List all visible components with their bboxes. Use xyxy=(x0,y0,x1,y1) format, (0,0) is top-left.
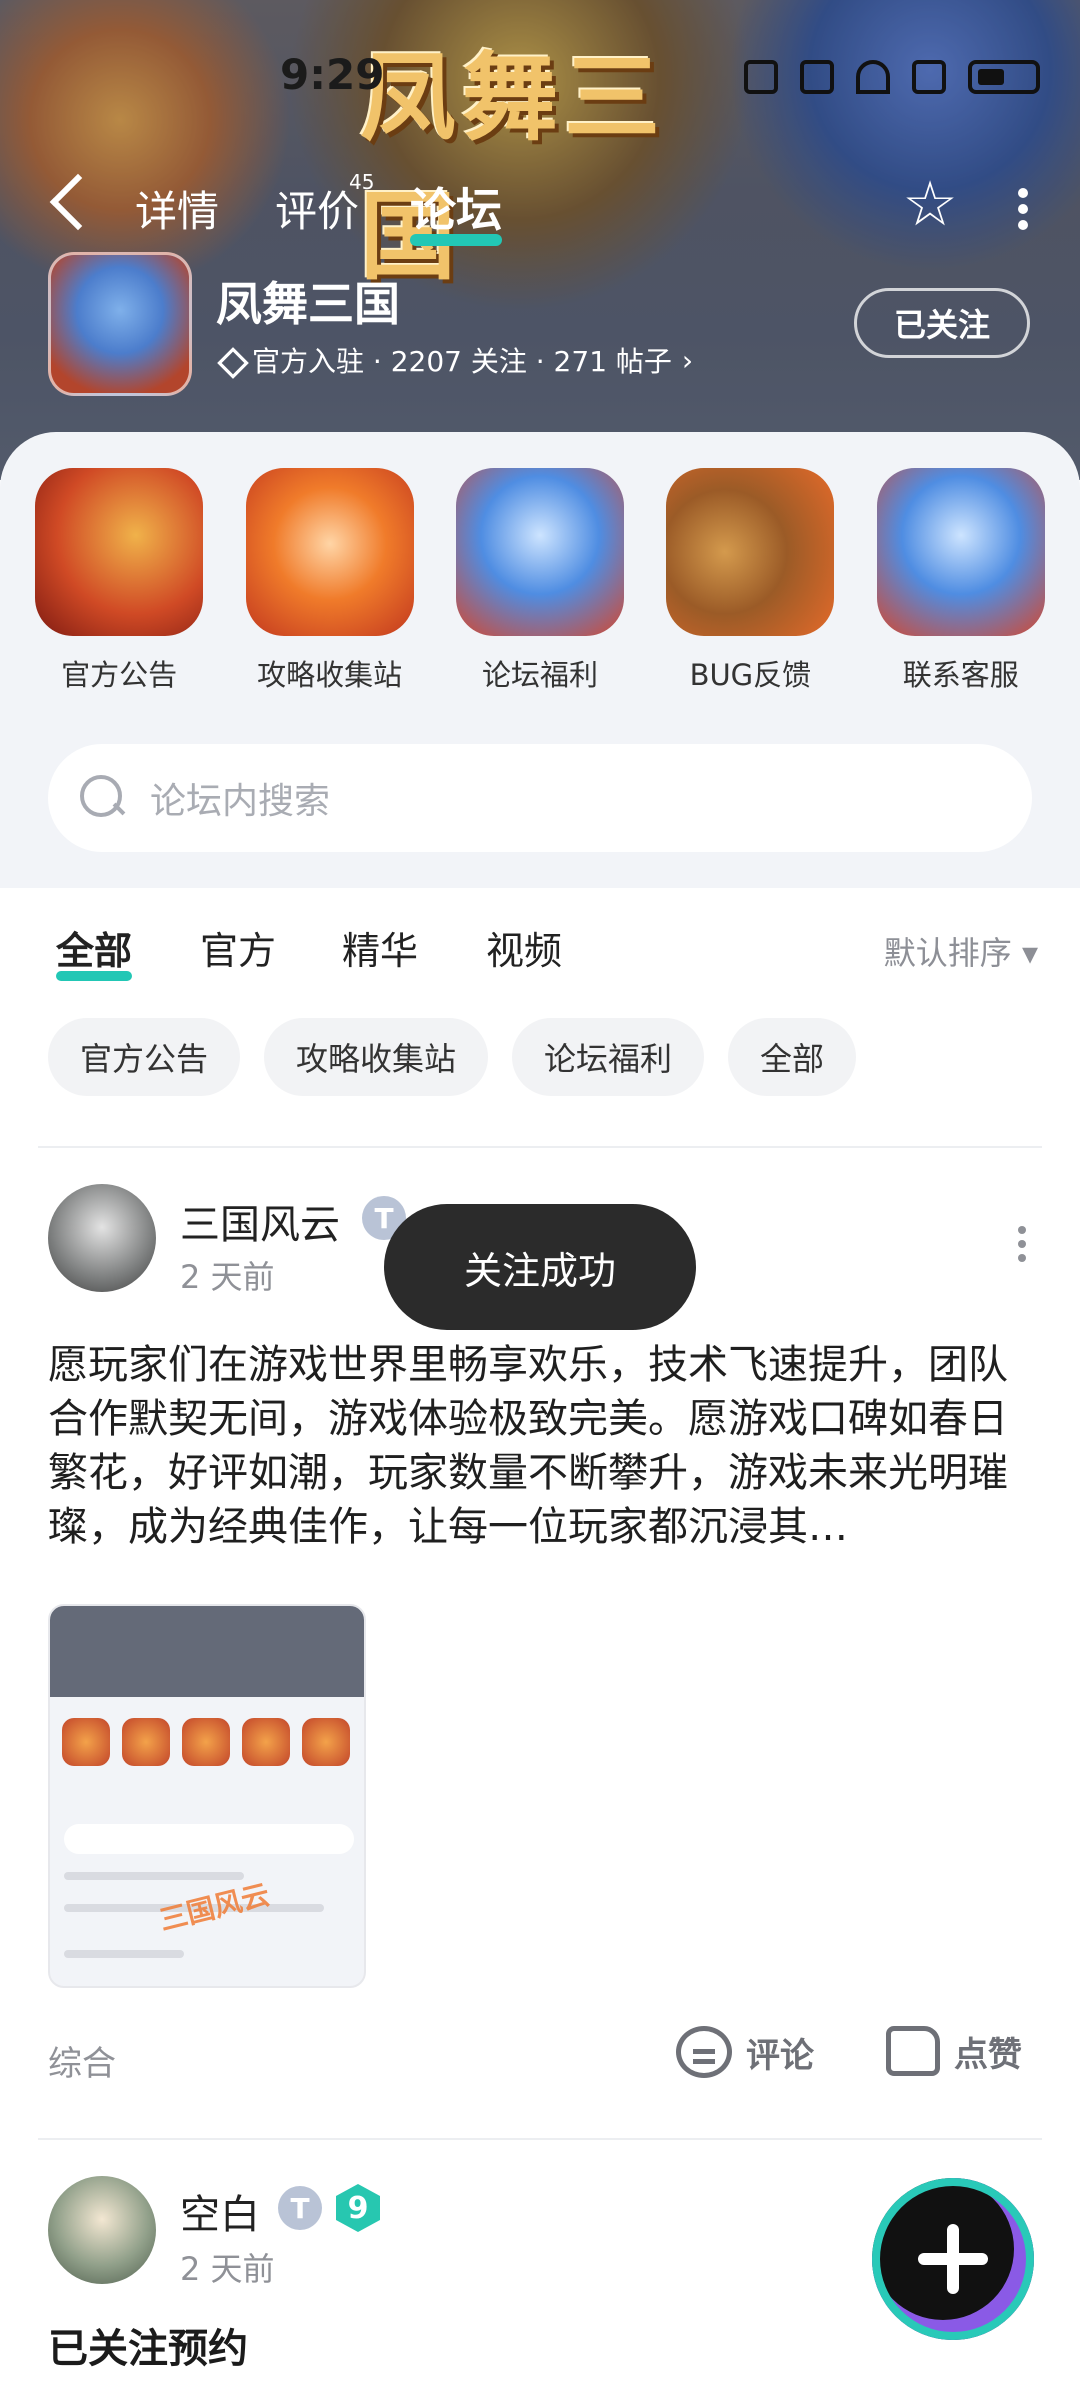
search-icon xyxy=(80,775,126,821)
thumb-search xyxy=(64,1824,354,1854)
quick-link-guides[interactable]: 攻略收集站 xyxy=(235,468,425,694)
filter-tab-featured[interactable]: 精华 xyxy=(342,920,418,975)
tab-forum[interactable]: 论坛 xyxy=(410,174,502,246)
favorite-star-icon[interactable]: ☆ xyxy=(900,173,960,235)
post-author[interactable]: 三国风云 xyxy=(180,1192,340,1250)
post-title[interactable]: 已关注预约 xyxy=(48,2316,248,2374)
level-badge: 9 xyxy=(336,2184,380,2232)
like-label: 点赞 xyxy=(954,2034,1022,2075)
thumb-icon xyxy=(302,1718,350,1766)
filter-tabs: 全部 官方 精华 视频 默认排序 ▾ xyxy=(0,920,1080,981)
quick-link-label: 论坛福利 xyxy=(481,658,598,692)
chip-welfare[interactable]: 论坛福利 xyxy=(512,1018,705,1096)
thumb-icon xyxy=(122,1718,170,1766)
filter-tab-all[interactable]: 全部 xyxy=(56,920,133,981)
wifi-icon xyxy=(856,60,890,94)
quick-link-image xyxy=(455,468,624,636)
post-time: 2 天前 xyxy=(180,2250,275,2288)
game-icon[interactable] xyxy=(48,252,192,396)
quick-link-support[interactable]: 联系客服 xyxy=(866,468,1056,694)
status-time: 9:29 xyxy=(280,50,385,99)
back-arrow-icon[interactable] xyxy=(49,173,107,231)
status-icons xyxy=(744,60,1040,94)
more-options-icon[interactable] xyxy=(1018,188,1028,230)
search-placeholder: 论坛内搜索 xyxy=(150,781,331,822)
thumb-watermark: 三国风云 xyxy=(156,1877,273,1938)
filter-tab-video[interactable]: 视频 xyxy=(486,920,562,975)
quick-link-label: 官方公告 xyxy=(61,658,178,692)
comment-label: 评论 xyxy=(746,2035,814,2076)
forum-panel: 官方公告 攻略收集站 论坛福利 BUG反馈 联系客服 论坛内搜索 xyxy=(0,432,1080,888)
thumb-line xyxy=(64,1872,244,1880)
tab-detail[interactable]: 详情 xyxy=(135,178,219,239)
thumb-icon xyxy=(242,1718,290,1766)
vibrate-icon xyxy=(800,60,834,94)
quick-link-official-notice[interactable]: 官方公告 xyxy=(24,468,214,694)
forum-search-input[interactable]: 论坛内搜索 xyxy=(48,744,1032,852)
chevron-right-icon: › xyxy=(681,343,694,377)
like-button[interactable]: 点赞 xyxy=(886,2026,1022,2076)
sort-dropdown[interactable]: 默认排序 ▾ xyxy=(884,928,1038,974)
user-badge-icon: T xyxy=(278,2186,322,2230)
followed-button[interactable]: 已关注 xyxy=(854,288,1030,358)
official-diamond-icon xyxy=(216,349,242,371)
quick-link-image xyxy=(666,468,835,636)
comment-icon xyxy=(676,2026,732,2078)
quick-links: 官方公告 攻略收集站 论坛福利 BUG反馈 联系客服 xyxy=(0,468,1080,694)
review-count: 45 xyxy=(349,170,375,194)
post-more-icon[interactable] xyxy=(1018,1226,1028,1268)
post-content[interactable]: 愿玩家们在游戏世界里畅享欢乐，技术飞速提升，团队合作默契无间，游戏体验极致完美。… xyxy=(48,1338,1038,1554)
avatar[interactable] xyxy=(48,1184,156,1292)
quick-link-welfare[interactable]: 论坛福利 xyxy=(445,468,635,694)
post-category[interactable]: 综合 xyxy=(48,2036,116,2085)
status-bar: 9:29 xyxy=(0,50,1080,110)
quick-link-label: BUG反馈 xyxy=(689,658,812,692)
thumb-icon xyxy=(62,1718,110,1766)
battery-icon xyxy=(968,60,1040,94)
filter-tab-official[interactable]: 官方 xyxy=(200,920,276,975)
sort-label: 默认排序 xyxy=(883,934,1012,972)
toast-message: 关注成功 xyxy=(384,1204,696,1330)
divider xyxy=(38,1146,1042,1148)
category-chips: 官方公告 攻略收集站 论坛福利 全部 xyxy=(48,1018,857,1096)
quick-link-image xyxy=(245,468,414,636)
thumb-line xyxy=(64,1950,184,1958)
post-author[interactable]: 空白 xyxy=(180,2182,260,2240)
plus-icon xyxy=(918,2224,988,2294)
notification-icon xyxy=(912,60,946,94)
create-post-button[interactable] xyxy=(872,2178,1034,2340)
game-meta[interactable]: 官方入驻 · 2207 关注 · 271 帖子 › xyxy=(216,340,693,380)
chip-official-notice[interactable]: 官方公告 xyxy=(48,1018,241,1096)
quick-link-bug-report[interactable]: BUG反馈 xyxy=(655,468,845,694)
quick-link-image xyxy=(876,468,1045,636)
quick-link-label: 攻略收集站 xyxy=(257,658,403,692)
game-meta-text: 官方入驻 · 2207 关注 · 271 帖子 xyxy=(252,345,672,378)
tab-review-label: 评价 xyxy=(275,187,360,236)
nfc-icon xyxy=(744,60,778,94)
comment-button[interactable]: 评论 xyxy=(676,2026,814,2078)
top-nav: 详情 评价 45 论坛 ☆ xyxy=(0,168,1080,248)
quick-link-image xyxy=(35,468,204,636)
game-title: 凤舞三国 xyxy=(216,277,400,331)
avatar[interactable] xyxy=(48,2176,156,2284)
post-image[interactable]: 三国风云 xyxy=(48,1604,366,1988)
quick-link-label: 联系客服 xyxy=(902,658,1019,692)
thumb-icon xyxy=(182,1718,230,1766)
caret-down-icon: ▾ xyxy=(1021,934,1038,972)
post-time: 2 天前 xyxy=(180,1258,275,1296)
chip-all[interactable]: 全部 xyxy=(728,1018,857,1096)
tab-review[interactable]: 评价 45 xyxy=(275,170,374,239)
chip-guides[interactable]: 攻略收集站 xyxy=(264,1018,489,1096)
thumbs-up-icon xyxy=(886,2026,940,2076)
divider xyxy=(38,2138,1042,2140)
